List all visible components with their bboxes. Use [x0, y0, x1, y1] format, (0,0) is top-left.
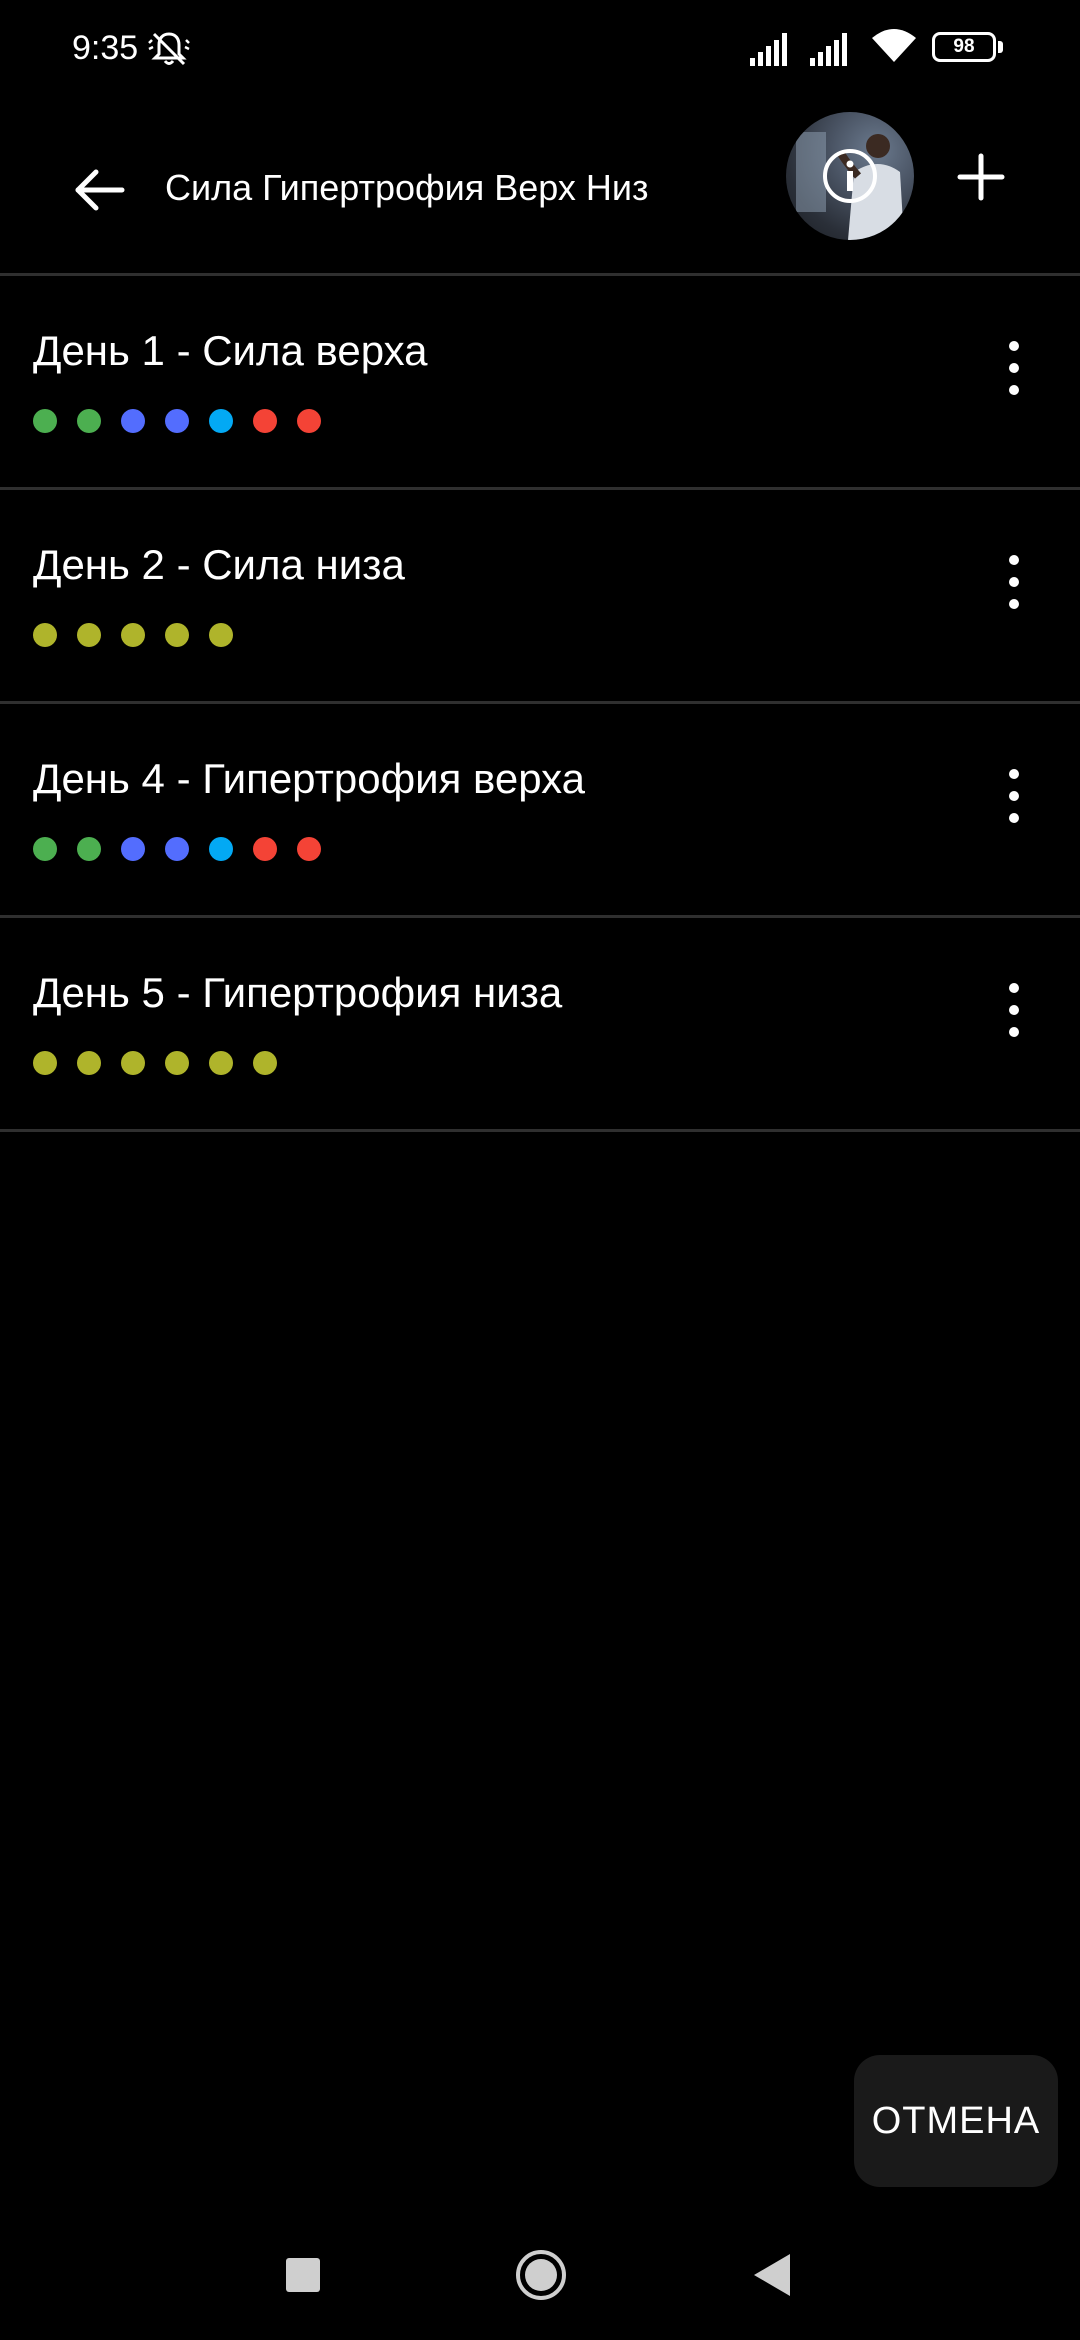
- wifi-icon: [872, 29, 916, 62]
- muscle-group-dot: [165, 1051, 189, 1075]
- cancel-button[interactable]: ОТМЕНА: [854, 2055, 1058, 2187]
- muscle-group-dot: [33, 409, 57, 433]
- muscle-group-dot: [165, 409, 189, 433]
- muscle-group-dot: [121, 623, 145, 647]
- muscle-group-dot: [77, 623, 101, 647]
- muscle-group-dot: [33, 1051, 57, 1075]
- day-title: День 4 - Гипертрофия верха: [33, 755, 585, 802]
- signal-icon: [750, 33, 787, 66]
- muscle-group-dot: [209, 623, 233, 647]
- muscle-group-dot: [121, 837, 145, 861]
- back-icon[interactable]: [752, 2252, 792, 2298]
- back-arrow-icon[interactable]: [60, 150, 140, 230]
- recents-icon[interactable]: [286, 2258, 320, 2292]
- mute-bell-icon: [148, 32, 190, 66]
- more-vert-icon[interactable]: [998, 336, 1030, 400]
- status-time: 9:35: [72, 29, 139, 67]
- more-vert-icon[interactable]: [998, 978, 1030, 1042]
- muscle-group-dot: [121, 1051, 145, 1075]
- muscle-group-dot: [121, 409, 145, 433]
- muscle-group-dot: [209, 409, 233, 433]
- day-title: День 1 - Сила верха: [33, 327, 428, 374]
- muscle-group-dot: [209, 837, 233, 861]
- muscle-group-dot: [33, 837, 57, 861]
- muscle-color-dots: [33, 837, 321, 861]
- muscle-group-dot: [297, 837, 321, 861]
- list-item[interactable]: День 2 - Сила низа: [0, 490, 1080, 704]
- home-icon[interactable]: [514, 2248, 568, 2302]
- battery-icon: 98: [932, 32, 996, 62]
- muscle-group-dot: [209, 1051, 233, 1075]
- muscle-group-dot: [253, 409, 277, 433]
- list-item[interactable]: День 1 - Сила верха: [0, 276, 1080, 490]
- muscle-color-dots: [33, 1051, 277, 1075]
- status-bar: 9:35 98: [0, 0, 1080, 100]
- muscle-group-dot: [33, 623, 57, 647]
- day-title: День 5 - Гипертрофия низа: [33, 969, 563, 1016]
- list-item[interactable]: День 5 - Гипертрофия низа: [0, 918, 1080, 1132]
- day-list: День 1 - Сила верха День 2 - Сила низа Д…: [0, 276, 1080, 1132]
- app-bar: Сила Гипертрофия Верх Низ: [0, 100, 1080, 276]
- muscle-color-dots: [33, 409, 321, 433]
- list-item[interactable]: День 4 - Гипертрофия верха: [0, 704, 1080, 918]
- day-title: День 2 - Сила низа: [33, 541, 405, 588]
- plus-icon[interactable]: [950, 146, 1012, 208]
- muscle-group-dot: [165, 623, 189, 647]
- battery-tip: [998, 41, 1003, 53]
- more-vert-icon[interactable]: [998, 550, 1030, 614]
- muscle-group-dot: [77, 837, 101, 861]
- muscle-group-dot: [253, 1051, 277, 1075]
- info-icon[interactable]: [820, 146, 880, 206]
- signal-icon: [810, 33, 847, 66]
- muscle-group-dot: [165, 837, 189, 861]
- muscle-group-dot: [77, 1051, 101, 1075]
- muscle-color-dots: [33, 623, 233, 647]
- page-title: Сила Гипертрофия Верх Низ: [165, 167, 649, 208]
- muscle-group-dot: [77, 409, 101, 433]
- muscle-group-dot: [297, 409, 321, 433]
- muscle-group-dot: [253, 837, 277, 861]
- battery-level: 98: [953, 36, 975, 57]
- more-vert-icon[interactable]: [998, 764, 1030, 828]
